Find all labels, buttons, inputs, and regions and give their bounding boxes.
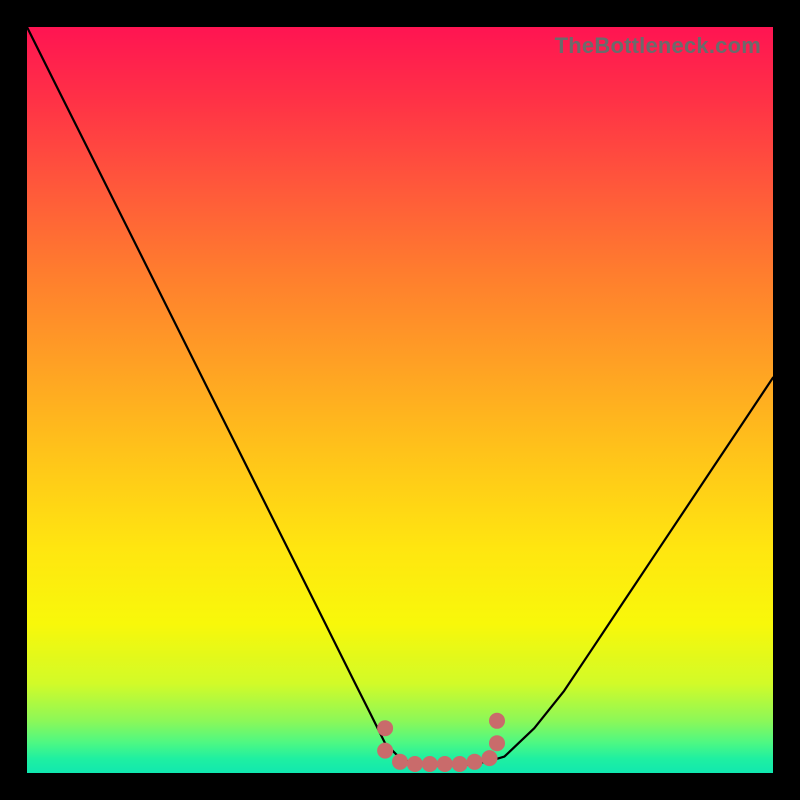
valley-dot <box>392 754 408 770</box>
valley-dots-group <box>377 713 505 772</box>
bottleneck-curve <box>27 27 773 766</box>
valley-dot <box>489 735 505 751</box>
valley-dot <box>489 713 505 729</box>
valley-dot <box>482 750 498 766</box>
valley-dot <box>407 756 423 772</box>
valley-dot <box>377 743 393 759</box>
valley-dot <box>437 756 453 772</box>
valley-dot <box>467 754 483 770</box>
chart-frame: TheBottleneck.com <box>0 0 800 800</box>
plot-area: TheBottleneck.com <box>27 27 773 773</box>
valley-dot <box>377 720 393 736</box>
valley-dot <box>452 756 468 772</box>
valley-dot <box>422 756 438 772</box>
curve-layer <box>27 27 773 773</box>
